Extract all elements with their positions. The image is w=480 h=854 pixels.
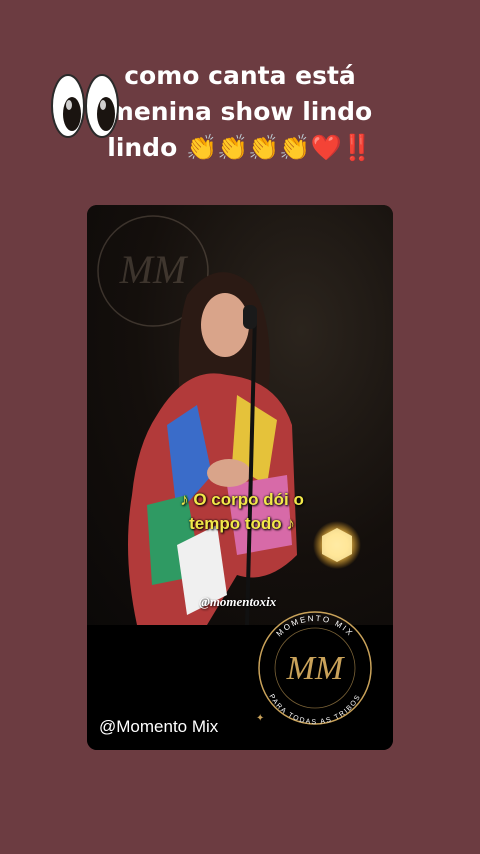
story-screen: como canta está menina show lindo lindo … [0,0,480,854]
logo-initials: MM [286,650,345,687]
logo-ring-top: MOMENTO MIX [275,614,354,639]
video-subtitle: ♪ O corpo dói o tempo todo ♪ [157,488,327,536]
sparkle-icon: ✦ [256,713,264,724]
video-player[interactable]: MM ♪ O corpo dói o tempo todo ♪ @momento… [87,205,393,750]
svg-text:MOMENTO MIX: MOMENTO MIX [275,614,356,639]
logo-ring-bottom: PARA TODAS AS TRIBOS [268,693,361,726]
svg-text:PARA TODAS AS TRIBOS: PARA TODAS AS TRIBOS [268,693,363,726]
momento-mix-logo: MOMENTO MIX PARA TODAS AS TRIBOS MM ✦ [256,611,372,726]
video-stage: MM ♪ O corpo dói o tempo todo ♪ @momento… [87,205,393,625]
subtitle-line-1: ♪ O corpo dói o [180,490,304,509]
eyes-emoji-icon [51,74,119,138]
subtitle-line-2: tempo todo ♪ [189,514,295,533]
singer-figure [128,272,297,625]
channel-handle[interactable]: @Momento Mix [99,717,218,737]
